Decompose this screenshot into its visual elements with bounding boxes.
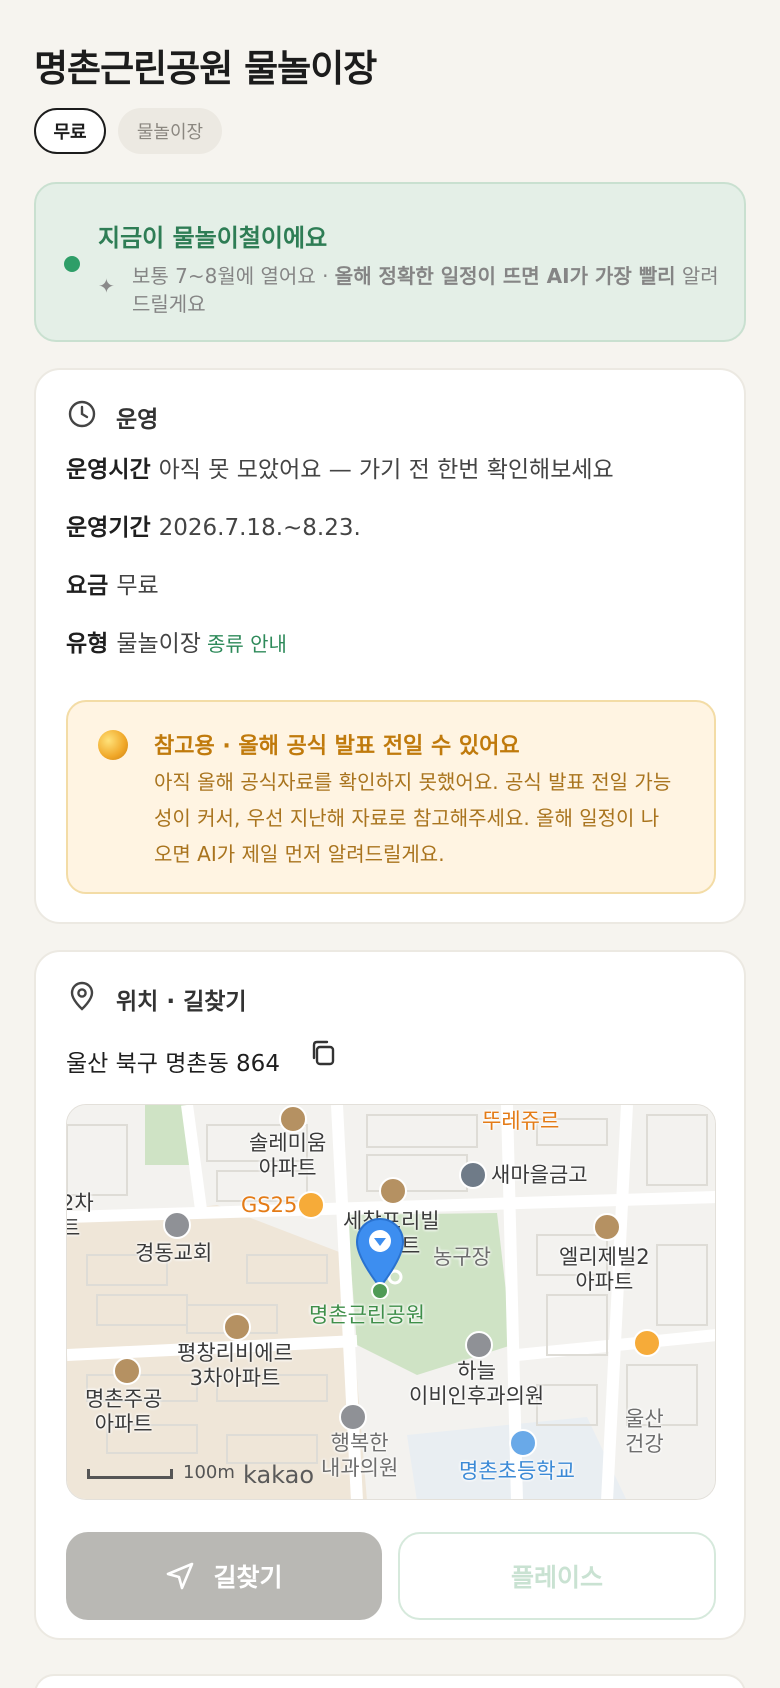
convenience-store-icon [297,1191,325,1219]
map-view[interactable]: 뚜레쥬르 솔레미움 아파트 새마을금고 2차 트 GS25 세창프리빌 아파트 … [66,1104,716,1500]
hours-row: 운영시간 아직 못 모았어요 — 가기 전 한번 확인해보세요 [66,457,614,483]
hospital-icon [465,1331,493,1359]
apartment-icon [279,1105,307,1133]
navigation-arrow-icon [167,1562,194,1590]
map-label-health: 울산 건강 [625,1407,664,1456]
address-text: 울산 북구 명촌동 864 [66,1051,280,1077]
route-button[interactable]: 길찾기 [66,1532,382,1620]
type-chip: 물놀이장 [118,108,222,154]
status-dot [64,256,80,272]
bank-icon [459,1161,487,1189]
notice-title: 참고용 · 올해 공식 발표 전일 수 있어요 [154,734,520,759]
route-button-label: 길찾기 [213,1563,283,1592]
operation-title: 운영 [116,407,159,433]
season-title: 지금이 물놀이철이에요 [98,224,328,252]
map-label-church: 경동교회 [135,1241,213,1265]
map-label-bank: 새마을금고 [491,1163,588,1187]
apartment-icon [593,1213,621,1241]
location-pin-icon [355,1217,405,1299]
apartment-icon [113,1357,141,1385]
map-label-park: 명촌근린공원 [309,1303,425,1327]
map-label-elijebil: 엘리제빌2 아파트 [559,1245,650,1294]
fee-row: 요금 무료 [66,573,159,599]
type-row: 유형 물놀이장 종류 안내 [66,631,287,657]
map-label-gs25: GS25 [241,1193,298,1217]
map-label-bakery: 뚜레쥬르 [482,1109,560,1133]
school-icon [509,1429,537,1457]
apartment-icon [379,1177,407,1205]
notice-body: 아직 올해 공식자료를 확인하지 못했어요. 공식 발표 전일 가능성이 커서,… [154,770,672,866]
operation-card: 운영 운영시간 아직 못 모았어요 — 가기 전 한번 확인해보세요 운영기간 20… [34,368,746,924]
type-guide-link[interactable]: 종류 안내 [207,632,287,656]
location-title: 위치 · 길찾기 [116,989,247,1015]
reference-notice: 참고용 · 올해 공식 발표 전일 수 있어요 아직 올해 공식자료를 확인하지… [66,700,716,894]
map-label-ent: 하늘 이비인후과의원 [409,1359,545,1408]
copy-icon[interactable] [308,1038,338,1068]
map-label-pyeongchang: 평창리비에르 3차아파트 [177,1341,293,1390]
map-label-clinic: 행복한 내과의원 [321,1431,399,1480]
hospital-icon [339,1403,367,1431]
church-icon [163,1211,191,1239]
convenience-store-icon [633,1329,661,1357]
page-title: 명촌근린공원 물놀이장 [34,47,377,90]
location-card: 위치 · 길찾기 울산 북구 명촌동 864 뚜레쥬르 솔레미움 아파트 새마을… [34,950,746,1640]
season-banner: 지금이 물놀이철이에요 ✦ 보통 7~8월에 열어요 · 올해 정확한 일정이 … [34,182,746,342]
apartment-icon [223,1313,251,1341]
map-label-jugong: 명촌주공 아파트 [85,1387,163,1436]
fee-chip: 무료 [34,108,106,154]
place-detail-page: 명촌근린공원 물놀이장 무료 물놀이장 지금이 물놀이철이에요 ✦ 보통 7~8… [0,0,780,1688]
sparkle-icon: ✦ [98,274,115,298]
map-pin-icon [70,981,94,1011]
map-scale: 100m [87,1462,235,1483]
coin-icon [98,730,128,760]
map-label-apt-edge: 2차 트 [67,1191,94,1240]
period-row: 운영기간 2026.7.18.~8.23. [66,515,361,541]
kakao-logo: kakao [243,1461,315,1489]
map-label-school: 명촌초등학교 [459,1459,575,1483]
next-card [34,1674,746,1688]
place-button[interactable]: 플레이스 [398,1532,716,1620]
season-text: 보통 7~8월에 열어요 · 올해 정확한 일정이 뜨면 AI가 가장 빨리 알… [132,264,719,316]
map-label-solemium: 솔레미움 아파트 [249,1131,327,1180]
map-label-court: 농구장 [433,1245,491,1269]
clock-icon [68,400,96,428]
